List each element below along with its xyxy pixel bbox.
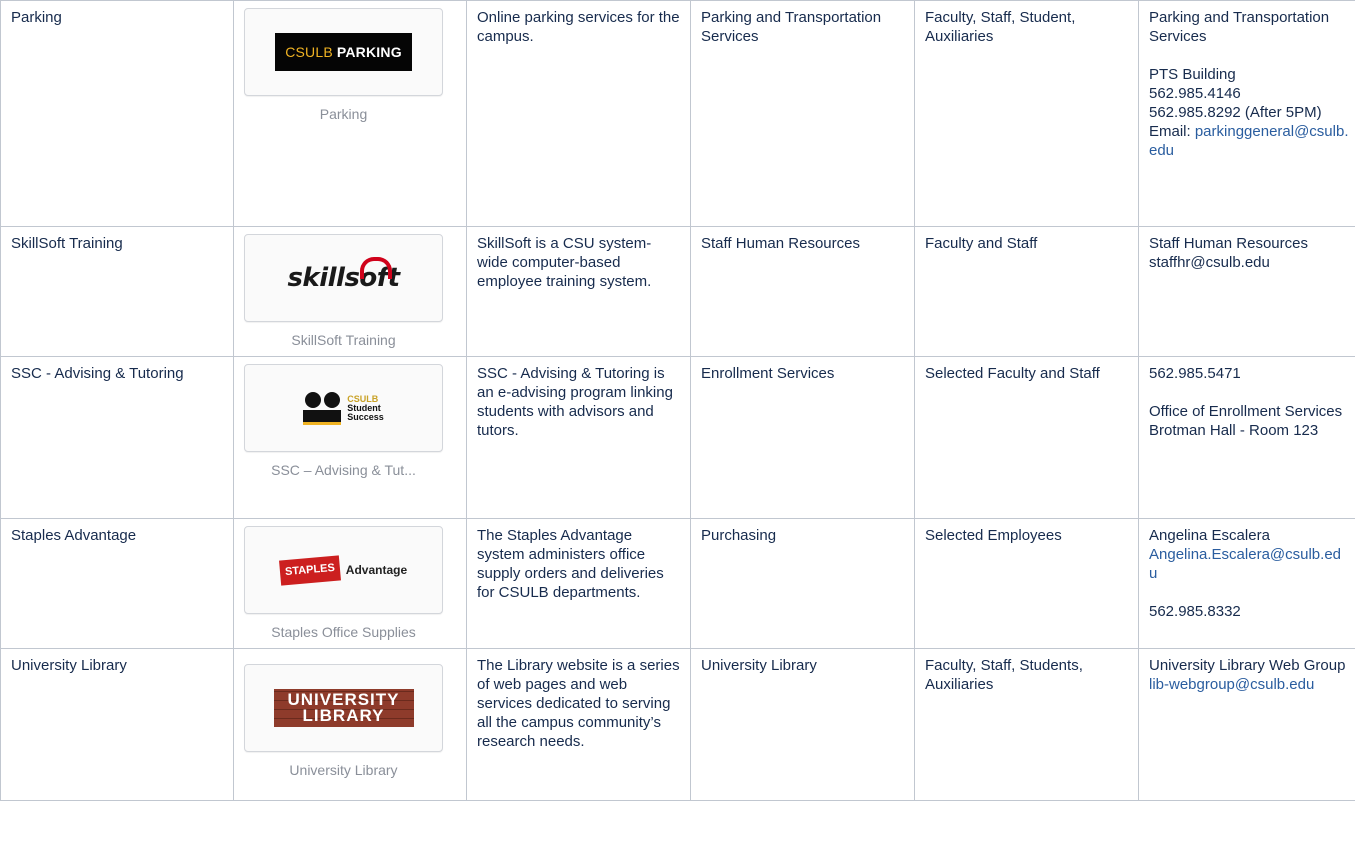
app-card-image[interactable]: skillsoft xyxy=(244,234,443,322)
contact-email-link[interactable]: Angelina.Escalera@csulb.edu xyxy=(1149,546,1341,582)
contact-location: PTS Building xyxy=(1149,66,1236,83)
app-name-cell: Parking xyxy=(0,0,234,227)
app-name: SSC - Advising & Tutoring xyxy=(11,365,184,382)
app-description: SSC - Advising & Tutoring is an e-advisi… xyxy=(477,365,673,439)
app-contact-cell: University Library Web Group lib-webgrou… xyxy=(1138,648,1355,801)
table-row: University Library UNIVERSITY LIBRARY Un… xyxy=(0,648,1355,801)
app-name-cell: University Library xyxy=(0,648,234,801)
app-name: Staples Advantage xyxy=(11,527,137,544)
app-audience: Faculty, Staff, Student, Auxiliaries xyxy=(925,9,1076,45)
app-logo-cell: CSULB PARKING Parking xyxy=(233,0,467,227)
app-name-cell: SkillSoft Training xyxy=(0,226,234,357)
app-name-cell: SSC - Advising & Tutoring xyxy=(0,356,234,519)
app-name-cell: Staples Advantage xyxy=(0,518,234,649)
app-card[interactable]: skillsoft SkillSoft Training xyxy=(244,234,443,350)
csulb-student-success-logo: CSULB Student Success xyxy=(303,391,384,425)
app-audience-cell: Selected Employees xyxy=(914,518,1139,649)
app-name: University Library xyxy=(11,657,127,674)
app-card[interactable]: STAPLES Advantage Staples Office Supplie… xyxy=(244,526,443,642)
contact-email-label: Email: xyxy=(1149,123,1195,140)
app-department: Parking and Transportation Services xyxy=(701,9,882,45)
contact-location: Brotman Hall - Room 123 xyxy=(1149,422,1319,439)
app-card-image[interactable]: STAPLES Advantage xyxy=(244,526,443,614)
contact-name: Staff Human Resources xyxy=(1149,235,1308,252)
app-department: Enrollment Services xyxy=(701,365,835,382)
app-logo-cell: UNIVERSITY LIBRARY University Library xyxy=(233,648,467,801)
table-row: SkillSoft Training skillsoft SkillSoft T… xyxy=(0,226,1355,357)
contact-office: Office of Enrollment Services xyxy=(1149,403,1343,420)
app-card[interactable]: CSULB PARKING Parking xyxy=(244,8,443,124)
app-department-cell: University Library xyxy=(690,648,915,801)
csulb-parking-logo: CSULB PARKING xyxy=(275,33,412,71)
app-card-caption[interactable]: SSC – Advising & Tut... xyxy=(244,461,443,480)
app-description-cell: SSC - Advising & Tutoring is an e-advisi… xyxy=(466,356,691,519)
contact-phone: 562.985.8332 xyxy=(1149,603,1241,620)
contact-name: Angelina Escalera xyxy=(1149,527,1270,544)
app-department-cell: Enrollment Services xyxy=(690,356,915,519)
app-name: Parking xyxy=(11,9,62,26)
app-department: Purchasing xyxy=(701,527,777,544)
app-card-caption[interactable]: SkillSoft Training xyxy=(244,331,443,350)
app-audience: Selected Faculty and Staff xyxy=(925,365,1100,382)
app-audience-cell: Selected Faculty and Staff xyxy=(914,356,1139,519)
app-card-image[interactable]: CSULB PARKING xyxy=(244,8,443,96)
app-audience-cell: Faculty and Staff xyxy=(914,226,1139,357)
app-card-image[interactable]: UNIVERSITY LIBRARY xyxy=(244,664,443,752)
app-description-cell: The Library website is a series of web p… xyxy=(466,648,691,801)
app-description: SkillSoft is a CSU system-wide computer-… xyxy=(477,235,652,290)
app-audience-cell: Faculty, Staff, Students, Auxiliaries xyxy=(914,648,1139,801)
app-audience: Faculty and Staff xyxy=(925,235,1038,252)
app-card-caption[interactable]: Parking xyxy=(244,105,443,124)
university-library-logo: UNIVERSITY LIBRARY xyxy=(273,689,414,727)
app-department-cell: Staff Human Resources xyxy=(690,226,915,357)
app-card-caption[interactable]: Staples Office Supplies xyxy=(244,623,443,642)
table-row: SSC - Advising & Tutoring CSULB Student xyxy=(0,356,1355,519)
app-description: The Staples Advantage system administers… xyxy=(477,527,664,601)
contact-phone-after-hours: 562.985.8292 (After 5PM) xyxy=(1149,104,1322,121)
app-audience-cell: Faculty, Staff, Student, Auxiliaries xyxy=(914,0,1139,227)
table-row: Parking CSULB PARKING Parking Online park… xyxy=(0,0,1355,227)
app-contact-cell: Angelina Escalera Angelina.Escalera@csul… xyxy=(1138,518,1355,649)
app-card[interactable]: UNIVERSITY LIBRARY University Library xyxy=(244,664,443,780)
app-audience: Faculty, Staff, Students, Auxiliaries xyxy=(925,657,1083,693)
app-contact-cell: 562.985.5471 Office of Enrollment Servic… xyxy=(1138,356,1355,519)
app-contact-cell: Staff Human Resources staffhr@csulb.edu xyxy=(1138,226,1355,357)
app-audience: Selected Employees xyxy=(925,527,1062,544)
staples-advantage-logo: STAPLES Advantage xyxy=(278,554,407,586)
skillsoft-logo: skillsoft xyxy=(287,256,400,291)
app-name: SkillSoft Training xyxy=(11,235,123,252)
app-description-cell: The Staples Advantage system administers… xyxy=(466,518,691,649)
app-card[interactable]: CSULB Student Success SSC – Advising & T… xyxy=(244,364,443,480)
app-department-cell: Purchasing xyxy=(690,518,915,649)
contact-name: University Library Web Group xyxy=(1149,657,1346,674)
app-contact-cell: Parking and Transportation Services PTS … xyxy=(1138,0,1355,227)
contact-email: staffhr@csulb.edu xyxy=(1149,254,1270,271)
contact-phone: 562.985.4146 xyxy=(1149,85,1241,102)
app-description-cell: SkillSoft is a CSU system-wide computer-… xyxy=(466,226,691,357)
app-logo-cell: CSULB Student Success SSC – Advising & T… xyxy=(233,356,467,519)
app-card-image[interactable]: CSULB Student Success xyxy=(244,364,443,452)
applications-table: Parking CSULB PARKING Parking Online park… xyxy=(0,0,1355,801)
contact-name: Parking and Transportation Services xyxy=(1149,9,1330,45)
app-department: University Library xyxy=(701,657,817,674)
app-description-cell: Online parking services for the campus. xyxy=(466,0,691,227)
app-description: The Library website is a series of web p… xyxy=(477,657,680,750)
app-department-cell: Parking and Transportation Services xyxy=(690,0,915,227)
table-row: Staples Advantage STAPLES Advantage Stap… xyxy=(0,518,1355,649)
app-logo-cell: STAPLES Advantage Staples Office Supplie… xyxy=(233,518,467,649)
app-department: Staff Human Resources xyxy=(701,235,860,252)
app-logo-cell: skillsoft SkillSoft Training xyxy=(233,226,467,357)
app-description: Online parking services for the campus. xyxy=(477,9,680,45)
contact-phone: 562.985.5471 xyxy=(1149,365,1241,382)
app-card-caption[interactable]: University Library xyxy=(244,761,443,780)
contact-email-link[interactable]: lib-webgroup@csulb.edu xyxy=(1149,676,1314,693)
